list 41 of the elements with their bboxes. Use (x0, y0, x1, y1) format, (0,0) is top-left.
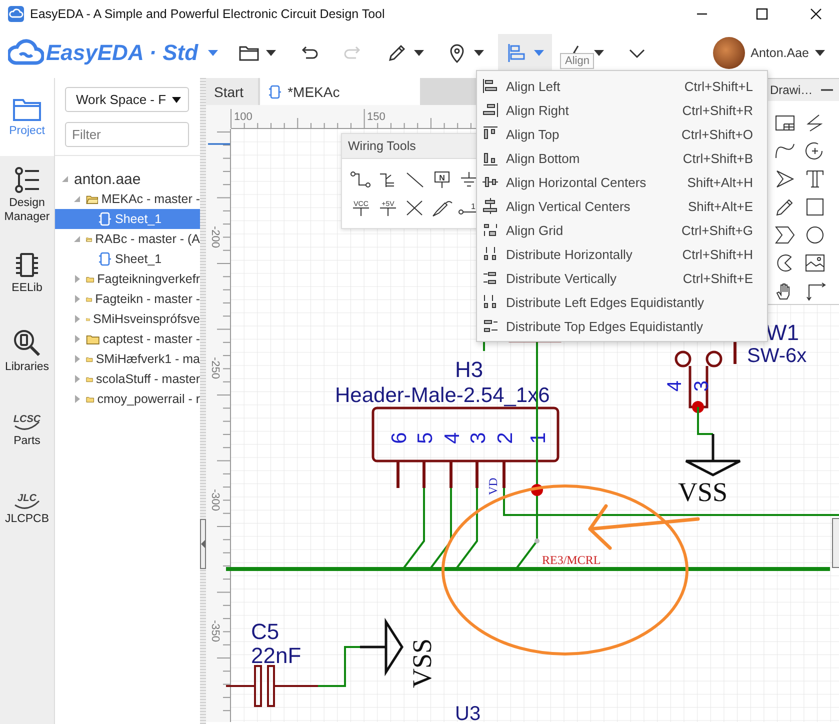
shortcut-label: Shift+Alt+E (688, 198, 753, 214)
component-designator: U3 (455, 703, 481, 722)
parts-logo: LCSC (11, 410, 43, 432)
shortcut-label: Ctrl+Shift+G (681, 222, 753, 238)
pin-number: 3 (467, 432, 490, 444)
component-name: SW-6x (747, 345, 807, 367)
shortcut-label: Ctrl+Shift+H (682, 246, 753, 262)
shortcut-label: Ctrl+Shift+B (682, 150, 753, 166)
power-label: VSS (678, 477, 728, 507)
component-designator: C5 (251, 619, 280, 644)
window-title: EasyEDA - A Simple and Powerful Electronic Circuit Design Tool (30, 7, 385, 21)
shortcut-label: Ctrl+Shift+O (681, 126, 753, 142)
shortcut-label: Shift+Alt+H (687, 174, 753, 190)
shortcut-label: Ctrl+Shift+L (684, 78, 753, 94)
ruler-label: 150 (367, 111, 386, 123)
app-logo: EasyEDA · Std (46, 40, 198, 66)
pin-number: 2 (494, 432, 517, 444)
component-value: 22nF (251, 643, 302, 668)
shortcut-label: Ctrl+Shift+E (682, 270, 753, 286)
icon-label: N (439, 174, 445, 182)
component-designator: H3 (455, 357, 484, 382)
tooltip: Align (560, 53, 594, 69)
pin-number: 6 (388, 432, 411, 444)
icon-label: 1 (471, 202, 476, 211)
pin-number: 5 (414, 432, 437, 444)
pin-number: 4 (664, 380, 686, 392)
ruler-label: -200 (209, 226, 221, 248)
jlc-logo: JLC (11, 488, 43, 510)
net-label: VD (486, 478, 500, 495)
shortcut-label: Ctrl+Shift+R (682, 102, 753, 118)
pin-number: 3 (691, 380, 713, 392)
pin-number: 4 (441, 432, 464, 444)
net-label: RE3/MCRL (542, 553, 601, 567)
component-designator: W1 (766, 320, 799, 345)
ruler-label: 100 (234, 111, 252, 123)
ruler-label: -350 (209, 620, 221, 642)
ruler-label: -300 (209, 489, 221, 512)
ruler-label: -250 (209, 357, 221, 380)
panel-title: Drawi… (770, 83, 813, 97)
power-label: VSS (407, 638, 437, 688)
panel-title: Wiring Tools (348, 139, 416, 153)
